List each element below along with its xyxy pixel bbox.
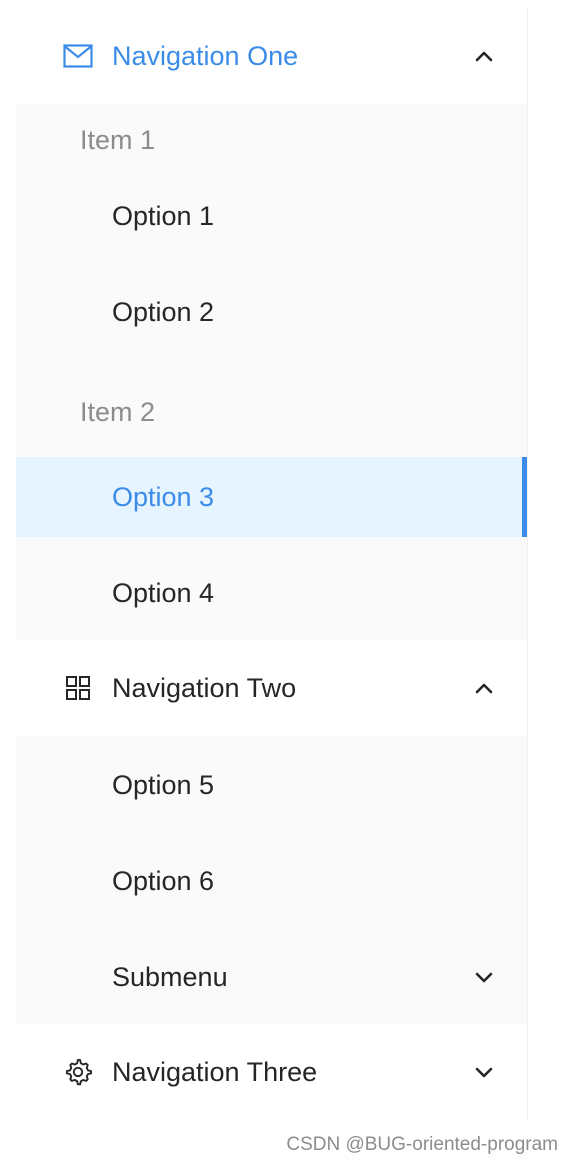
appstore-icon [62,672,94,704]
chevron-down-icon [473,966,495,988]
watermark: CSDN @BUG-oriented-program [286,1134,558,1155]
nested-submenu[interactable]: Submenu [16,937,527,1017]
menu-item-option-3[interactable]: Option 3 [16,457,527,537]
navigation-three-label: Navigation Three [112,1056,318,1087]
menu-item-option-6[interactable]: Option 6 [16,841,527,921]
nested-submenu-label: Submenu [112,961,228,992]
menu-item-option-5[interactable]: Option 5 [16,745,527,825]
navigation-one-label: Navigation One [112,40,299,71]
menu-item-option-1[interactable]: Option 1 [16,176,527,256]
menu-item-option-4[interactable]: Option 4 [16,553,527,633]
side-menu: Navigation One Item 1 Option 1 Option 2 … [16,8,528,1120]
chevron-down-icon [473,1061,495,1083]
chevron-up-icon [473,677,495,699]
mail-icon [62,40,94,72]
menu-group-title: Item 1 [80,124,156,155]
menu-item-option-2[interactable]: Option 2 [16,272,527,352]
submenu-navigation-two[interactable]: Navigation Two [16,640,527,736]
submenu-navigation-one[interactable]: Navigation One [16,8,527,104]
navigation-two-label: Navigation Two [112,672,297,703]
chevron-up-icon [473,45,495,67]
setting-icon [62,1056,94,1088]
menu-group-title: Item 2 [80,396,156,427]
submenu-navigation-three[interactable]: Navigation Three [16,1024,527,1120]
